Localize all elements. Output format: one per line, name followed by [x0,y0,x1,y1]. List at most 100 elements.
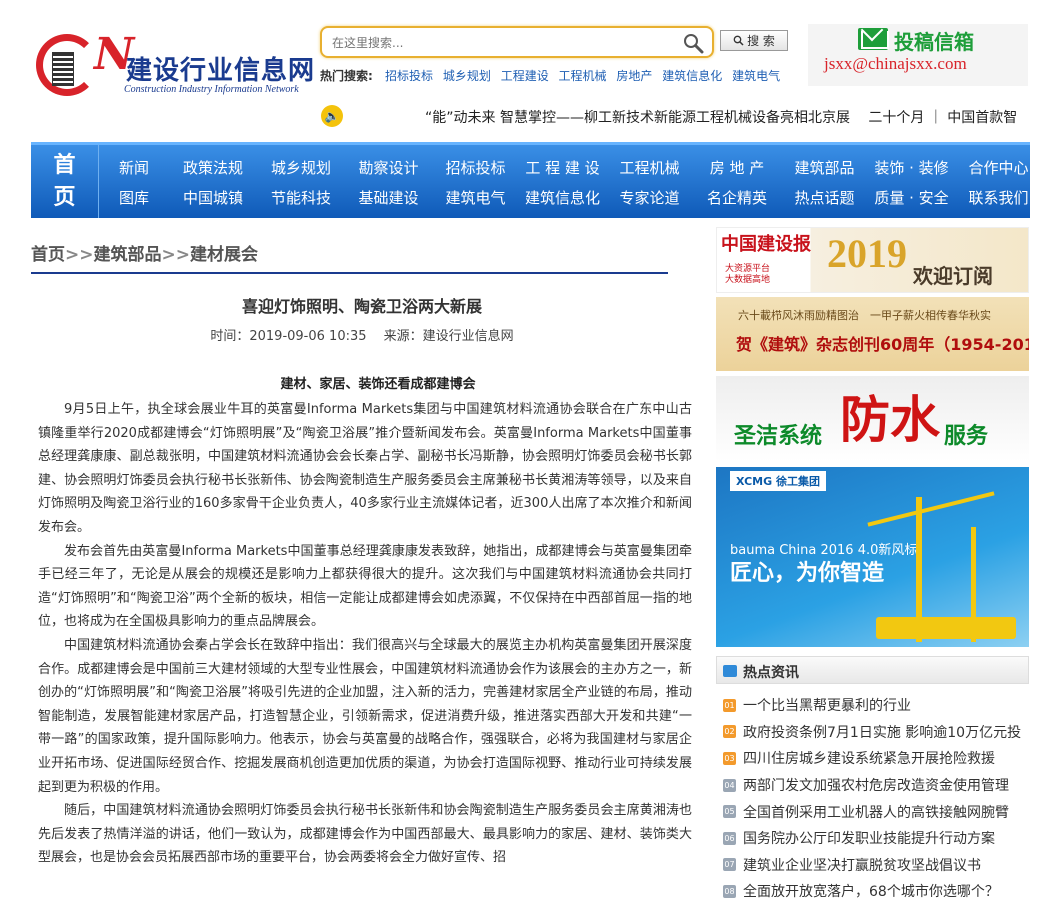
mailbox-title: 投稿信箱 [894,26,974,55]
article-paragraph: 中国建筑材料流通协会秦占学会长在致辞中指出：我们很高兴与全球最大的展览主办机构英… [38,634,692,799]
ad1-tagline-line: 大数据高地 [725,275,770,286]
ad-banner-waterproof[interactable]: 圣洁系统 防水 服务 [716,376,1029,462]
search-input[interactable] [332,33,672,53]
ad-banner-xcmg[interactable]: XCMG 徐工集团 bauma China 2016 4.0新风标 匠心，为你智… [716,467,1029,647]
search-button[interactable]: 搜 索 [720,30,788,51]
search-box [320,26,714,58]
list-item-text[interactable]: 建筑业企业坚决打赢脱贫攻坚战倡议书 [743,855,981,875]
search-button-icon [733,35,744,46]
list-item-text[interactable]: 一个比当黑帮更暴利的行业 [743,695,911,715]
hot-link[interactable]: 工程建设 [501,69,549,83]
list-item-text[interactable]: 政府投资条例7月1日实施 影响逾10万亿元投 [743,722,1021,742]
search-button-label: 搜 索 [747,32,775,49]
nav-item[interactable]: 中国城镇 [169,187,257,208]
nav-item[interactable]: 专家论道 [606,187,693,208]
nav-item[interactable]: 建筑部品 [781,157,868,178]
rank-badge: 08 [723,885,736,898]
ad2-headline: 贺《建筑》杂志创刊60周年（1954-2014） [736,331,1029,355]
nav-item[interactable]: 质量 · 安全 [868,187,955,208]
article-body: 9月5日上午，执全球会展业牛耳的英富曼Informa Markets集团与中国建… [38,398,692,870]
list-item[interactable]: 04两部门发文加强农村危房改造资金使用管理 [723,772,1029,799]
ad2-tagline: 六十載栉风沐雨励精图治 一甲子薪火相传春华秋实 [738,307,991,323]
hot-link[interactable]: 建筑信息化 [662,69,722,83]
nav-home-char: 首 [53,150,75,182]
nav-item[interactable]: 图库 [99,187,169,208]
submission-mailbox[interactable]: 投稿信箱 jsxx@chinajsxx.com [808,24,1028,86]
article-meta: 时间：2019-09-06 10:35 来源：建设行业信息网 [31,325,693,344]
hot-news-header: 热点资讯 [716,656,1029,684]
nav-item[interactable]: 节能科技 [257,187,345,208]
nav-item[interactable]: 工程机械 [606,157,693,178]
ad1-brand: 中国建设报 [721,230,811,256]
list-item-text[interactable]: 两部门发文加强农村危房改造资金使用管理 [743,775,1009,795]
main-nav: 首 页 新闻 政策法规 城乡规划 勘察设计 招标投标 工 程 建 设 工程机械 … [31,142,1030,218]
news-ticker[interactable]: “能”动未来 智慧掌控——柳工新技术新能源工程机械设备亮相北京展 二十个月 ｜ … [425,107,1030,127]
nav-item[interactable]: 城乡规划 [257,157,345,178]
mailbox-address[interactable]: jsxx@chinajsxx.com [824,54,967,74]
nav-item[interactable]: 政策法规 [169,157,257,178]
list-item[interactable]: 08 全面放开放宽落户，68个城市你选哪个？ [723,878,1029,905]
ad4-headline: 匠心，为你智造 [730,555,884,587]
site-title: 建设行业信息网 [126,50,315,87]
nav-item[interactable]: 建筑信息化 [519,187,606,208]
rank-badge: 05 [723,805,736,818]
search-icon[interactable] [682,32,704,54]
ad1-tagline: 大资源平台 大数据高地 [725,264,770,286]
hot-news-title: 热点资讯 [743,662,799,682]
hot-news-list: 01一个比当黑帮更暴利的行业 02政府投资条例7月1日实施 影响逾10万亿元投 … [723,692,1029,905]
list-item-text[interactable]: 全国首例采用工业机器人的高铁接触网腕臂 [743,802,1009,822]
hot-link[interactable]: 建筑电气 [732,69,780,83]
list-item-text[interactable]: 国务院办公厅印发职业技能提升行动方案 [743,828,995,848]
list-item[interactable]: 05 全国首例采用工业机器人的高铁接触网腕臂 [723,798,1029,825]
ad1-tagline-line: 大资源平台 [725,264,770,275]
site-subtitle: Construction Industry Information Networ… [124,84,299,95]
ad3-headline: 防水 [840,380,940,452]
logo-building-icon [52,52,74,86]
rank-badge: 07 [723,858,736,871]
nav-item[interactable]: 新闻 [99,157,169,178]
nav-item[interactable]: 热点话题 [781,187,868,208]
ad-banner-subscription[interactable]: 中国建设报 大资源平台 大数据高地 2019 欢迎订阅 [716,227,1029,293]
site-logo[interactable]: N 建设行业信息网 Construction Industry Informat… [36,30,326,110]
nav-item[interactable]: 装饰 · 装修 [868,157,955,178]
nav-item[interactable]: 建筑电气 [432,187,519,208]
article-paragraph: 发布会首先由英富曼Informa Markets中国董事总经理龚康康发表致辞，她… [38,540,692,634]
list-item-text[interactable]: 四川住房城乡建设系统紧急开展抢险救援 [743,748,995,768]
list-item[interactable]: 06国务院办公厅印发职业技能提升行动方案 [723,825,1029,852]
article-paragraph: 9月5日上午，执全球会展业牛耳的英富曼Informa Markets集团与中国建… [38,398,692,540]
nav-item[interactable]: 名企精英 [693,187,781,208]
nav-item[interactable]: 联系我们 [955,187,1042,208]
list-item[interactable]: 03 四川住房城乡建设系统紧急开展抢险救援 [723,745,1029,772]
list-item-text[interactable]: 全面放开放宽落户，68个城市你选哪个？ [743,881,999,901]
breadcrumb-separator: >> [162,245,191,265]
rank-badge: 02 [723,725,736,738]
ad1-year: 2019 [827,230,907,277]
hot-link[interactable]: 招标投标 [385,69,433,83]
list-item[interactable]: 01一个比当黑帮更暴利的行业 [723,692,1029,719]
breadcrumb-item[interactable]: 建材展会 [190,245,258,265]
ad-banner-anniversary[interactable]: 六十載栉风沐雨励精图治 一甲子薪火相传春华秋实 贺《建筑》杂志创刊60周年（19… [716,297,1029,371]
ad1-welcome: 欢迎订阅 [913,260,993,289]
article-subtitle: 建材、家居、装饰还看成都建博会 [31,373,725,392]
nav-home[interactable]: 首 页 [31,145,99,218]
breadcrumb-item[interactable]: 建筑部品 [94,245,162,265]
breadcrumb-separator: >> [65,245,94,265]
hot-link[interactable]: 房地产 [616,69,652,83]
breadcrumb: 首页>>建筑部品>>建材展会 [31,240,258,265]
list-item[interactable]: 02 政府投资条例7月1日实施 影响逾10万亿元投 [723,719,1029,746]
list-item[interactable]: 07 建筑业企业坚决打赢脱贫攻坚战倡议书 [723,852,1029,879]
nav-item[interactable]: 招标投标 [432,157,519,178]
nav-item[interactable]: 房 地 产 [693,157,781,178]
hot-link[interactable]: 工程机械 [559,69,607,83]
nav-item[interactable]: 基础建设 [345,187,432,208]
nav-item[interactable]: 合作中心 [955,157,1042,178]
nav-item[interactable]: 勘察设计 [345,157,432,178]
nav-item[interactable]: 工 程 建 设 [519,157,606,178]
hot-search-links: 招标投标 城乡规划 工程建设 工程机械 房地产 建筑信息化 建筑电气 [385,67,786,84]
hot-search-label: 热门搜索: [320,67,373,84]
ad3-suffix: 服务 [944,418,988,450]
article-title: 喜迎灯饰照明、陶瓷卫浴两大新展 [31,293,693,317]
rank-badge: 03 [723,752,736,765]
breadcrumb-item[interactable]: 首页 [31,245,65,265]
hot-link[interactable]: 城乡规划 [443,69,491,83]
